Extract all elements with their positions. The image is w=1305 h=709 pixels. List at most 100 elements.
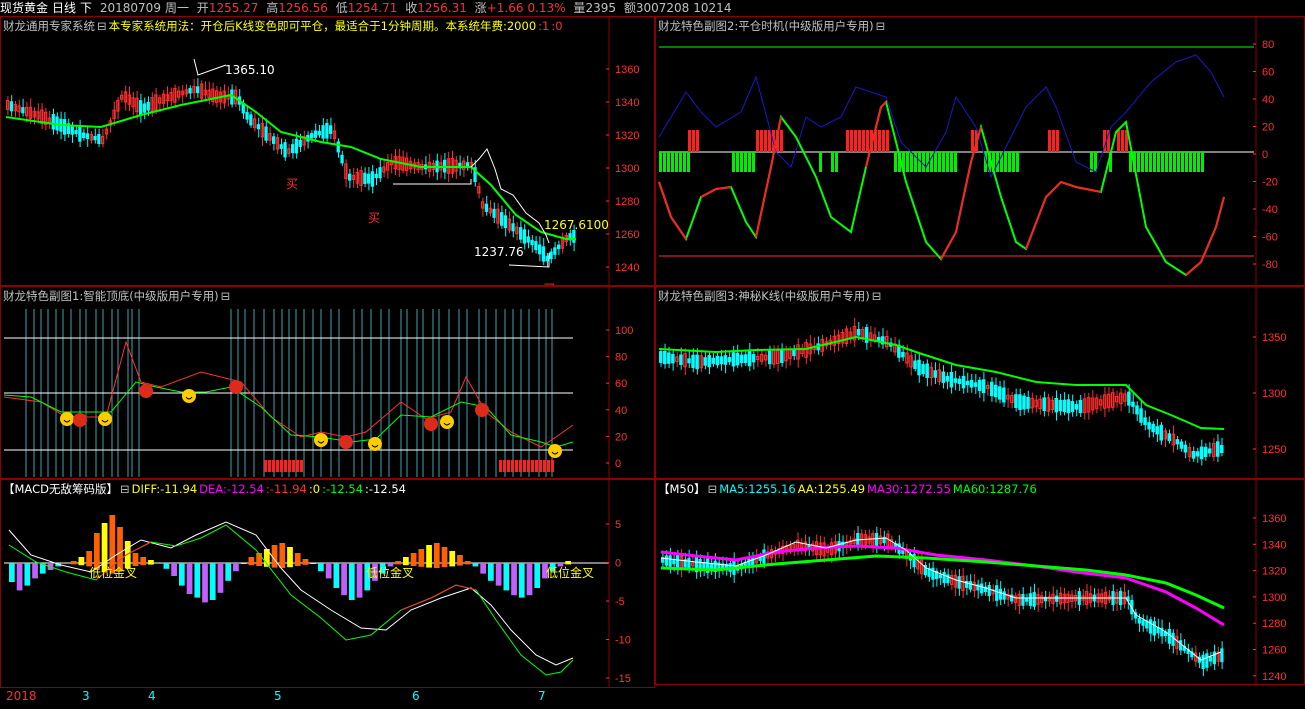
exit-line-red [1025, 180, 1102, 250]
candle-body [139, 100, 143, 116]
axis-tick-label: 1250 [1262, 444, 1286, 456]
candle-body [1002, 591, 1006, 600]
exit-bar-green [659, 152, 662, 172]
candle-body [1148, 619, 1153, 634]
macd-bar [256, 553, 262, 566]
candle-body [1207, 448, 1212, 454]
exit-bar-green [732, 152, 735, 172]
candle-body [70, 125, 74, 135]
buy-signal-1: 买 [286, 177, 299, 191]
bottom-bar [519, 460, 522, 472]
exit-bar-green [1193, 152, 1196, 172]
exit-bar-red [846, 130, 849, 152]
main-chart-panel[interactable]: 1360 1340 1320 1300 1280 1260 1240 财龙通用专家系统 ⊟ 本专… [0, 16, 655, 286]
candle-body [977, 379, 982, 391]
ma-panel[interactable]: 1360 1340 1320 1300 1280 1260 1240 【M50】 ⊟ MA5:1… [655, 479, 1305, 685]
exit-bar-green [1177, 152, 1180, 172]
candle-body [321, 125, 325, 139]
candle-body [664, 555, 669, 566]
ma-chart[interactable]: 1360 1340 1320 1300 1280 1260 1240 [656, 480, 1305, 685]
ma60-label: MA60: [952, 482, 990, 496]
collapse-icon[interactable]: ⊟ [97, 19, 107, 33]
sub2-exit-timing-chart[interactable]: 80 60 40 20 0 -20 -40 -60 -80 [656, 17, 1305, 286]
exit-bar-green [1004, 152, 1007, 172]
candle-body [142, 103, 147, 113]
exit-bar-green [1153, 152, 1156, 172]
candle-body [245, 111, 249, 120]
collapse-icon[interactable]: ⊟ [120, 482, 130, 496]
macd-bar [148, 560, 154, 565]
candle-body [196, 86, 200, 94]
candle-body [663, 350, 667, 365]
macd-bar [9, 563, 15, 582]
candle-body [1055, 595, 1059, 602]
candle-body [534, 241, 538, 251]
bottom-bar [300, 460, 303, 472]
exit-bar-green [950, 152, 953, 172]
macd-chart[interactable]: 5 0 -5 -10 -15 [1, 480, 655, 688]
macd-bar [418, 549, 425, 567]
candle-body [993, 384, 998, 398]
exit-bar-green [1016, 152, 1019, 172]
candle-body [667, 352, 671, 364]
candle-body [78, 125, 82, 142]
macd-bar [16, 563, 23, 591]
macd-bar [341, 563, 347, 596]
macd-bar [503, 563, 510, 591]
macd-bar [217, 563, 224, 593]
mode-label[interactable]: 下 [80, 1, 92, 15]
sub3-chart-panel[interactable]: 1350 1300 1250 财龙特色副图3:神秘K线(中级版用户专用) ⊟ [655, 286, 1305, 479]
candle-body [484, 203, 489, 212]
candle-body [874, 532, 879, 548]
candle-body [1151, 423, 1155, 433]
candle-body [1066, 399, 1071, 414]
candle-body [917, 359, 921, 376]
volume-label: 量 [573, 1, 586, 15]
exit-bar-red [1121, 130, 1124, 152]
period-label[interactable]: 日线 [52, 1, 76, 15]
collapse-icon[interactable]: ⊟ [221, 289, 231, 303]
candle-body [938, 574, 943, 579]
macd-bar [178, 563, 185, 586]
ma5-value: 1255.16 [748, 482, 796, 496]
sub2-chart-panel[interactable]: 80 60 40 20 0 -20 -40 -60 -80 财龙特色副图2:平仓时机(中级版用户… [655, 16, 1305, 286]
exit-bar-green [736, 152, 739, 172]
macd-panel[interactable]: 5 0 -5 -10 -15 【MACD无敌筹码版】 ⊟ DIFF:-11.94 DEA:-1… [0, 479, 655, 688]
bottom-bar [507, 460, 510, 472]
buy-signal-2: 买 [368, 211, 381, 225]
candle-body [731, 352, 736, 367]
candle-body [572, 230, 576, 243]
sub3-mystery-kline-chart[interactable]: 1350 1300 1250 [656, 287, 1305, 479]
smiley-icon [368, 437, 382, 451]
macd-bar [457, 555, 463, 566]
axis-tick-label: 1280 [1262, 618, 1286, 630]
bottom-bar [284, 460, 287, 472]
candle-body [1208, 656, 1213, 662]
date-label: 20180709 [99, 1, 161, 15]
exit-bar-red [760, 130, 763, 152]
candle-body [545, 255, 549, 262]
exit-bar-red [878, 130, 881, 152]
main-candlestick-chart[interactable]: 1360 1340 1320 1300 1280 1260 1240 [1, 17, 655, 286]
candle-body [1070, 401, 1075, 413]
axis-tick-label: 1350 [1262, 332, 1286, 344]
candle-body [1018, 394, 1022, 411]
candle-body [378, 167, 382, 179]
macd-bar [171, 563, 177, 576]
candle-body [743, 354, 748, 363]
exit-bar-red [866, 130, 869, 152]
axis-tick-label: 1340 [615, 97, 639, 109]
instrument-name[interactable]: 现货黄金 [0, 1, 48, 15]
collapse-icon[interactable]: ⊟ [708, 482, 718, 496]
sub2-title: 财龙特色副图2:平仓时机(中级版用户专用) [658, 19, 874, 33]
low-price-label: 1237.76 [474, 245, 524, 259]
macd-bar [488, 563, 494, 581]
collapse-icon[interactable]: ⊟ [872, 289, 882, 303]
macd-red-segment [400, 584, 477, 611]
sub1-top-bottom-chart[interactable]: 100 80 60 40 20 0 [1, 287, 655, 479]
candle-body [374, 173, 378, 179]
sub1-chart-panel[interactable]: 100 80 60 40 20 0 财龙特色副图1:智能顶底(中级版用户专用) ⊟ [0, 286, 655, 479]
axis-tick-label: 80 [615, 352, 627, 364]
collapse-icon[interactable]: ⊟ [876, 19, 886, 33]
axis-tick-label: 5 [615, 519, 621, 531]
